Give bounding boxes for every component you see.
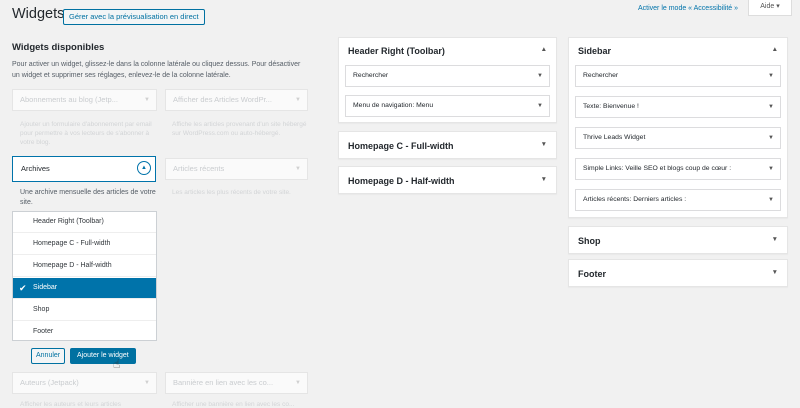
widget-text[interactable]: Texte: Bienvenue ! ▼: [575, 96, 781, 118]
widget-recent-posts[interactable]: Articles récents ▼: [165, 158, 308, 180]
chooser-item-header-right[interactable]: Header Right (Toolbar): [13, 212, 156, 233]
chevron-down-icon: ▼: [537, 73, 543, 79]
chevron-down-icon: ▼: [295, 166, 301, 172]
widget-blog-subscriptions[interactable]: Abonnements au blog (Jetp... ▼: [12, 89, 157, 111]
widget-description: Ajouter un formulaire d'abonnement par e…: [20, 121, 152, 146]
chevron-up-icon[interactable]: ▲: [772, 46, 778, 53]
widget-simple-links[interactable]: Simple Links: Veille SEO et blogs coup d…: [575, 158, 781, 180]
widget-title: Afficher des Articles WordPr...: [173, 95, 272, 104]
area-sidebar: Sidebar ▲ Rechercher ▼ Texte: Bienvenue !…: [568, 37, 788, 218]
add-widget-button[interactable]: Ajouter le widget: [70, 348, 136, 364]
live-preview-button[interactable]: Gérer avec la prévisualisation en direct: [63, 9, 205, 25]
area-title: Homepage C - Full-width: [348, 141, 454, 151]
available-widgets-description: Pour activer un widget, glissez-le dans …: [12, 61, 301, 79]
chevron-down-icon: ▼: [295, 380, 301, 386]
chevron-down-icon: ▼: [537, 103, 543, 109]
widget-title: Articles récents: [173, 164, 225, 173]
chevron-down-icon[interactable]: ▼: [772, 269, 778, 276]
widget-banner[interactable]: Bannière en lien avec les co... ▼: [165, 372, 308, 394]
chevron-down-icon[interactable]: ▼: [772, 236, 778, 243]
widget-recent-posts[interactable]: Articles récents: Derniers articles : ▼: [575, 189, 781, 211]
widget-description: Afficher les auteurs et leurs articles: [20, 401, 122, 408]
chevron-down-icon[interactable]: ▼: [541, 176, 547, 183]
area-title[interactable]: Sidebar: [578, 46, 611, 56]
widget-description: Afficher une bannière en lien avec les c…: [172, 401, 295, 408]
chooser-item-shop[interactable]: Shop: [13, 300, 156, 321]
chooser-item-footer[interactable]: Footer: [13, 322, 156, 343]
accessibility-mode-link[interactable]: Activer le mode « Accessibilité »: [638, 4, 738, 14]
area-title[interactable]: Header Right (Toolbar): [348, 46, 445, 56]
widget-title: Abonnements au blog (Jetp...: [20, 95, 118, 104]
chevron-down-icon: ▼: [144, 97, 150, 103]
widget-description: Affiche les articles provenant d'un site…: [172, 121, 307, 137]
checkmark-icon: ✔: [19, 283, 27, 293]
chevron-up-icon[interactable]: ▲: [137, 161, 151, 175]
widget-thrive-leads[interactable]: Thrive Leads Widget ▼: [575, 127, 781, 149]
area-shop[interactable]: Shop ▼: [568, 226, 788, 254]
widget-nav-menu[interactable]: Menu de navigation: Menu ▼: [345, 95, 550, 117]
area-title: Footer: [578, 269, 606, 279]
widget-title: Bannière en lien avec les co...: [173, 378, 274, 387]
widget-description: Les articles les plus récents de votre s…: [172, 189, 291, 196]
help-tab[interactable]: Aide ▾: [748, 0, 792, 16]
hand-cursor-icon: ☝: [113, 357, 121, 371]
area-header-right: Header Right (Toolbar) ▲ Rechercher ▼ Men…: [338, 37, 557, 123]
chevron-down-icon: ▼: [768, 197, 774, 203]
chooser-item-sidebar[interactable]: ✔ Sidebar: [13, 278, 156, 299]
area-homepage-d[interactable]: Homepage D - Half-width ▼: [338, 166, 557, 194]
chevron-down-icon: ▼: [768, 166, 774, 172]
chevron-up-icon[interactable]: ▲: [541, 46, 547, 53]
widget-title: Auteurs (Jetpack): [20, 378, 79, 387]
area-homepage-c[interactable]: Homepage C - Full-width ▼: [338, 131, 557, 159]
area-footer[interactable]: Footer ▼: [568, 259, 788, 287]
chevron-down-icon: ▼: [768, 104, 774, 110]
widget-archives[interactable]: Archives: [12, 156, 156, 182]
widget-area-chooser: Header Right (Toolbar) Homepage C - Full…: [12, 211, 157, 341]
area-title: Homepage D - Half-width: [348, 176, 455, 186]
widget-wordpress-posts[interactable]: Afficher des Articles WordPr... ▼: [165, 89, 308, 111]
area-title: Shop: [578, 236, 601, 246]
page-title: Widgets: [12, 6, 65, 22]
cancel-button[interactable]: Annuler: [31, 348, 66, 364]
chevron-down-icon: ▼: [768, 135, 774, 141]
chevron-down-icon: ▼: [295, 97, 301, 103]
widget-title: Archives: [21, 164, 50, 173]
widget-search[interactable]: Rechercher ▼: [345, 65, 550, 87]
chevron-down-icon: ▼: [144, 380, 150, 386]
widget-description: Une archive mensuelle des articles de vo…: [20, 189, 156, 206]
chooser-item-homepage-d[interactable]: Homepage D - Half-width: [13, 256, 156, 277]
widget-authors[interactable]: Auteurs (Jetpack) ▼: [12, 372, 157, 394]
chooser-item-homepage-c[interactable]: Homepage C - Full-width: [13, 234, 156, 255]
widget-search[interactable]: Rechercher ▼: [575, 65, 781, 87]
chevron-down-icon[interactable]: ▼: [541, 141, 547, 148]
chevron-down-icon: ▼: [768, 73, 774, 79]
available-widgets-title: Widgets disponibles: [12, 42, 105, 53]
